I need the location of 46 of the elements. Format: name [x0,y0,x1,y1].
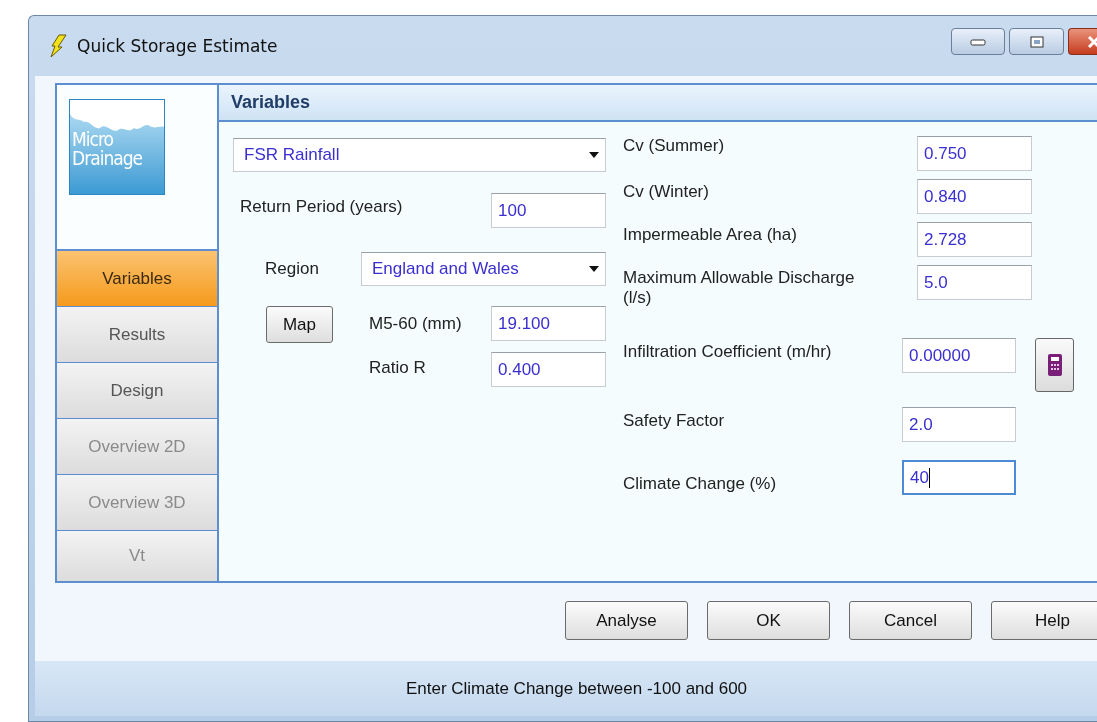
field-label: Impermeable Area (ha) [623,225,798,245]
caret-icon [589,152,599,158]
window-title: Quick Storage Estimate [77,36,278,56]
field-label: Ratio R [369,358,427,378]
dropdown[interactable]: FSR Rainfall [233,138,606,172]
dialog-button[interactable]: Help [991,601,1097,640]
dialog-button[interactable]: OK [707,601,830,640]
field-label: Infiltration Coefficient (m/hr) [623,342,833,362]
nav-tab[interactable]: Design [57,363,217,419]
logo-text: Micro [72,130,114,149]
input-field[interactable]: 19.100 [491,306,606,341]
map-button[interactable]: Map [266,306,333,343]
input-field[interactable]: 100 [491,193,606,228]
calculator-button[interactable] [1035,338,1074,392]
nav-tab[interactable]: Variables [57,251,217,307]
field-label: Safety Factor [623,411,726,431]
field-label: Region [265,259,320,279]
field-label: Cv (Winter) [623,182,710,202]
field-label: Maximum Allowable Discharge (l/s) [623,268,856,308]
nav-tab[interactable]: Results [57,307,217,363]
input-field[interactable]: 0.750 [917,136,1032,171]
input-field[interactable]: 0.00000 [902,338,1016,373]
caret-icon [589,266,599,272]
field-label: M5-60 (mm) [369,314,463,334]
input-field[interactable]: 0.840 [917,179,1032,214]
calculator-icon [1047,354,1062,376]
maximize-button[interactable] [1009,28,1064,55]
logo-text: Drainage [72,149,144,168]
input-field[interactable]: 2.728 [917,222,1032,257]
input-field[interactable]: 2.0 [902,407,1016,442]
dialog-button[interactable]: Cancel [849,601,972,640]
field-label: Climate Change (%) [623,474,778,494]
field-label: Cv (Summer) [623,136,726,156]
input-field[interactable]: 5.0 [917,265,1032,300]
field-label: Return Period (years) [240,197,404,217]
lightning-icon [49,34,67,58]
input-field[interactable]: 0.400 [491,352,606,387]
minimize-button[interactable] [951,28,1005,55]
maximize-icon [1029,35,1044,48]
close-icon [1086,35,1097,48]
input-field[interactable]: 40 [902,460,1016,495]
panel-header: Variables [219,85,1097,122]
minimize-icon [970,37,986,46]
status-bar: Enter Climate Change between -100 and 600 [35,661,1097,716]
dialog-button[interactable]: Analyse [565,601,688,640]
dropdown[interactable]: England and Wales [361,252,606,286]
